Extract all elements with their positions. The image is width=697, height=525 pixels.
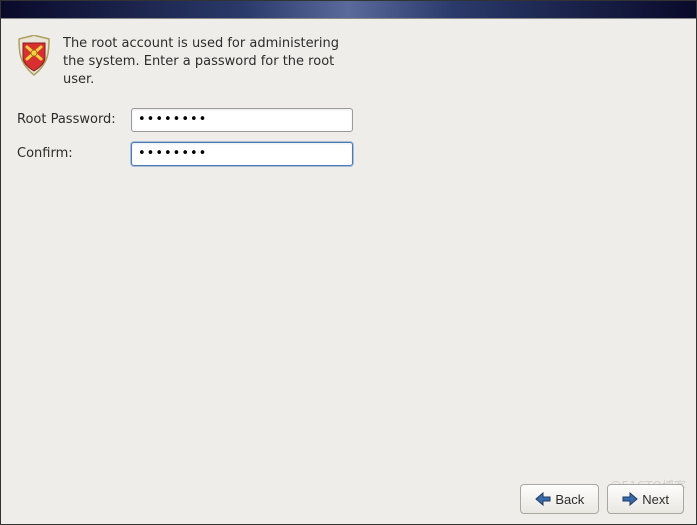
next-button[interactable]: Next xyxy=(607,484,684,514)
confirm-password-label: Confirm: xyxy=(17,146,131,161)
intro-text: The root account is used for administeri… xyxy=(63,35,363,90)
button-bar: Back Next xyxy=(520,484,684,514)
back-arrow-icon xyxy=(535,492,551,506)
intro-row: The root account is used for administeri… xyxy=(17,35,680,90)
header-banner xyxy=(1,1,696,19)
back-button[interactable]: Back xyxy=(520,484,599,514)
content-area: The root account is used for administeri… xyxy=(1,19,696,166)
root-password-input[interactable] xyxy=(131,108,353,132)
root-shield-icon xyxy=(17,35,51,77)
confirm-password-row: Confirm: xyxy=(17,142,680,166)
root-password-row: Root Password: xyxy=(17,108,680,132)
next-button-label: Next xyxy=(642,492,669,507)
confirm-password-input[interactable] xyxy=(131,142,353,166)
root-password-label: Root Password: xyxy=(17,112,131,127)
next-arrow-icon xyxy=(622,492,638,506)
back-button-label: Back xyxy=(555,492,584,507)
